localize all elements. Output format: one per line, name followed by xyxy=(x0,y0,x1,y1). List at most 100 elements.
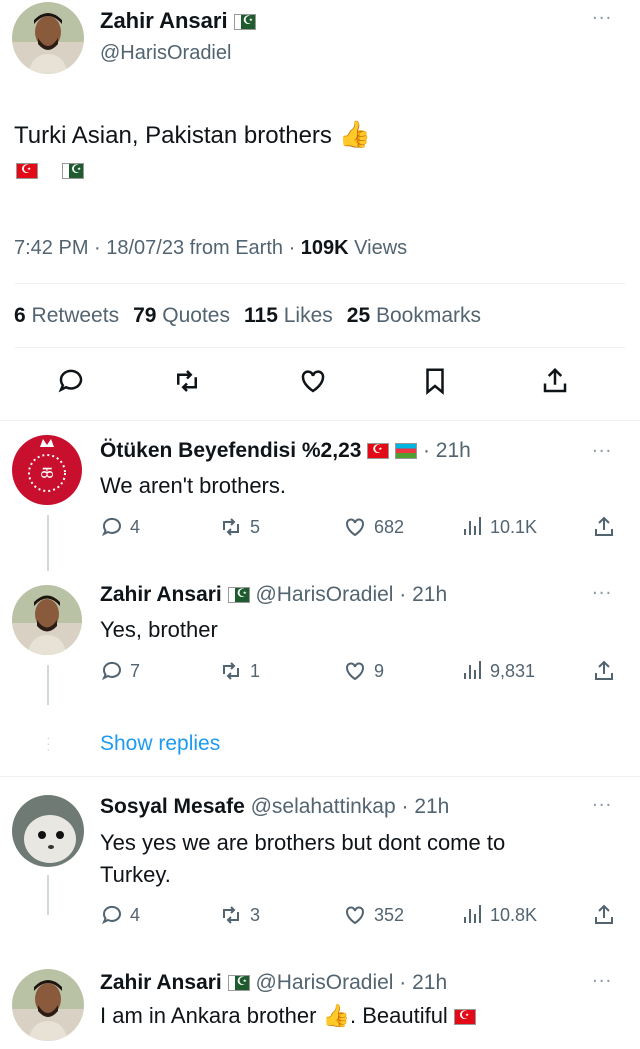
share-button[interactable] xyxy=(592,903,616,927)
like-button[interactable]: 9 xyxy=(342,659,384,683)
timestamp-text[interactable]: 7:42 PM · 18/07/23 from Earth · xyxy=(14,237,301,259)
like-count: 352 xyxy=(374,904,405,925)
share-button[interactable] xyxy=(592,659,616,683)
quotes-stat[interactable]: 79 Quotes xyxy=(133,304,230,328)
reply-text: Yes yes we are brothers but dont come to… xyxy=(100,827,505,891)
share-button[interactable] xyxy=(592,515,616,539)
reply-meta: @HarisOradiel · 21h xyxy=(255,971,448,994)
turkey-flag-icon xyxy=(367,442,390,459)
more-icon[interactable]: ··· xyxy=(592,441,612,462)
reply-header: Sosyal Mesafe @selahattinkap · 21h xyxy=(100,795,449,819)
retweet-count: 5 xyxy=(250,516,261,537)
retweet-icon xyxy=(223,662,239,680)
retweets-label: Retweets xyxy=(31,304,120,327)
retweet-button[interactable] xyxy=(172,366,202,396)
reply-header: Ötüken Beyefendisi %2,23 · 21h xyxy=(100,439,471,463)
reply-count: 4 xyxy=(130,904,141,925)
reply-icon xyxy=(102,905,121,925)
reply-tweet[interactable]: ཆ Ötüken Beyefendisi %2,23 · 21h ··· We … xyxy=(0,421,640,571)
pakistan-flag-icon xyxy=(227,974,250,991)
retweet-button[interactable]: 3 xyxy=(218,903,260,927)
share-icon xyxy=(595,660,613,680)
more-icon[interactable]: ··· xyxy=(592,8,612,29)
retweet-icon xyxy=(223,906,239,924)
reply-button[interactable]: 4 xyxy=(100,903,140,927)
views-icon xyxy=(464,905,481,923)
like-button[interactable]: 682 xyxy=(342,515,404,539)
main-action-bar xyxy=(0,366,640,402)
avatar[interactable] xyxy=(12,2,84,74)
avatar[interactable]: ཆ xyxy=(12,435,82,505)
views-button[interactable]: 9,831 xyxy=(462,659,535,683)
retweet-button[interactable]: 5 xyxy=(218,515,260,539)
like-icon xyxy=(301,370,325,393)
reply-tweet[interactable]: Sosyal Mesafe @selahattinkap · 21h ··· Y… xyxy=(0,777,640,957)
reply-meta: @selahattinkap · 21h xyxy=(250,795,450,818)
vertical-dots-icon: · · · xyxy=(46,729,51,757)
turkey-flag-icon xyxy=(453,1008,476,1025)
reply-action-bar: 7 1 9 9,831 xyxy=(0,659,640,685)
likes-label: Likes xyxy=(283,304,333,327)
views-count: 10.1K xyxy=(490,516,538,537)
author-name[interactable]: Zahir Ansari xyxy=(100,583,222,606)
bookmarks-label: Bookmarks xyxy=(375,304,481,327)
reply-text-part: I am in Ankara brother xyxy=(100,1003,317,1028)
like-button[interactable]: 352 xyxy=(342,903,404,927)
reply-button[interactable] xyxy=(56,366,86,396)
bookmark-button[interactable] xyxy=(420,366,450,396)
retweet-count: 1 xyxy=(250,660,261,681)
reply-button[interactable]: 7 xyxy=(100,659,140,683)
reply-tweet[interactable]: Zahir Ansari @HarisOradiel · 21h ··· Yes… xyxy=(0,571,640,721)
views-button[interactable]: 10.8K xyxy=(462,903,537,927)
author-name-text: Zahir Ansari xyxy=(100,8,228,33)
author-name[interactable]: Sosyal Mesafe xyxy=(100,795,245,818)
likes-stat[interactable]: 115 Likes xyxy=(244,304,333,328)
pakistan-flag-icon xyxy=(62,162,84,179)
retweets-stat[interactable]: 6 Retweets xyxy=(14,304,119,328)
reply-text-line: Turkey. xyxy=(100,862,171,887)
avatar[interactable] xyxy=(12,969,84,1041)
svg-text:ཆ: ཆ xyxy=(41,464,54,485)
like-icon xyxy=(346,662,364,681)
share-button[interactable] xyxy=(540,366,570,396)
reply-icon xyxy=(102,517,121,537)
divider xyxy=(14,347,626,348)
tweet-text: Turki Asian, Pakistan brothers 👍 xyxy=(14,120,371,150)
avatar[interactable] xyxy=(12,585,82,655)
reply-action-bar: 4 3 352 10.8K xyxy=(0,903,640,929)
like-count: 682 xyxy=(374,516,405,537)
more-icon[interactable]: ··· xyxy=(592,795,612,816)
author-handle[interactable]: @HarisOradiel xyxy=(100,42,231,65)
reply-action-bar: 4 5 682 10.1K xyxy=(0,515,640,541)
thumbs-up-icon: 👍 xyxy=(338,120,371,150)
show-replies-link[interactable]: Show replies xyxy=(100,732,220,756)
like-icon xyxy=(346,518,364,537)
author-name[interactable]: Ötüken Beyefendisi %2,23 xyxy=(100,439,361,462)
reply-button[interactable]: 4 xyxy=(100,515,140,539)
author-name[interactable]: Zahir Ansari xyxy=(100,8,256,34)
retweets-count: 6 xyxy=(14,304,26,327)
reply-tweet[interactable]: Zahir Ansari @HarisOradiel · 21h ··· I a… xyxy=(0,957,640,1049)
retweet-icon xyxy=(223,518,239,536)
avatar[interactable] xyxy=(12,795,84,867)
reply-text: We aren't brothers. xyxy=(100,473,286,498)
tweet-flags xyxy=(16,162,84,179)
reply-text: Yes, brother xyxy=(100,617,218,642)
main-tweet: Zahir Ansari @HarisOradiel ··· Turki Asi… xyxy=(0,0,640,420)
bookmarks-stat[interactable]: 25 Bookmarks xyxy=(347,304,481,328)
show-replies-row[interactable]: · · · Show replies xyxy=(0,722,640,772)
turkey-flag-icon xyxy=(16,162,38,179)
thumbs-up-icon: 👍 xyxy=(322,1004,350,1029)
reply-meta: @HarisOradiel · 21h xyxy=(255,583,448,606)
reply-text-part: . Beautiful xyxy=(349,1003,448,1028)
like-button[interactable] xyxy=(298,366,328,396)
tweet-timestamp: 7:42 PM · 18/07/23 from Earth · 109K Vie… xyxy=(14,237,407,260)
reply-text-line: Yes yes we are brothers but dont come to xyxy=(100,830,506,855)
views-button[interactable]: 10.1K xyxy=(462,515,537,539)
azerbaijan-flag-icon xyxy=(395,443,418,459)
retweet-count: 3 xyxy=(250,904,261,925)
author-name[interactable]: Zahir Ansari xyxy=(100,971,222,994)
more-icon[interactable]: ··· xyxy=(592,971,612,992)
retweet-button[interactable]: 1 xyxy=(218,659,260,683)
more-icon[interactable]: ··· xyxy=(592,583,612,604)
